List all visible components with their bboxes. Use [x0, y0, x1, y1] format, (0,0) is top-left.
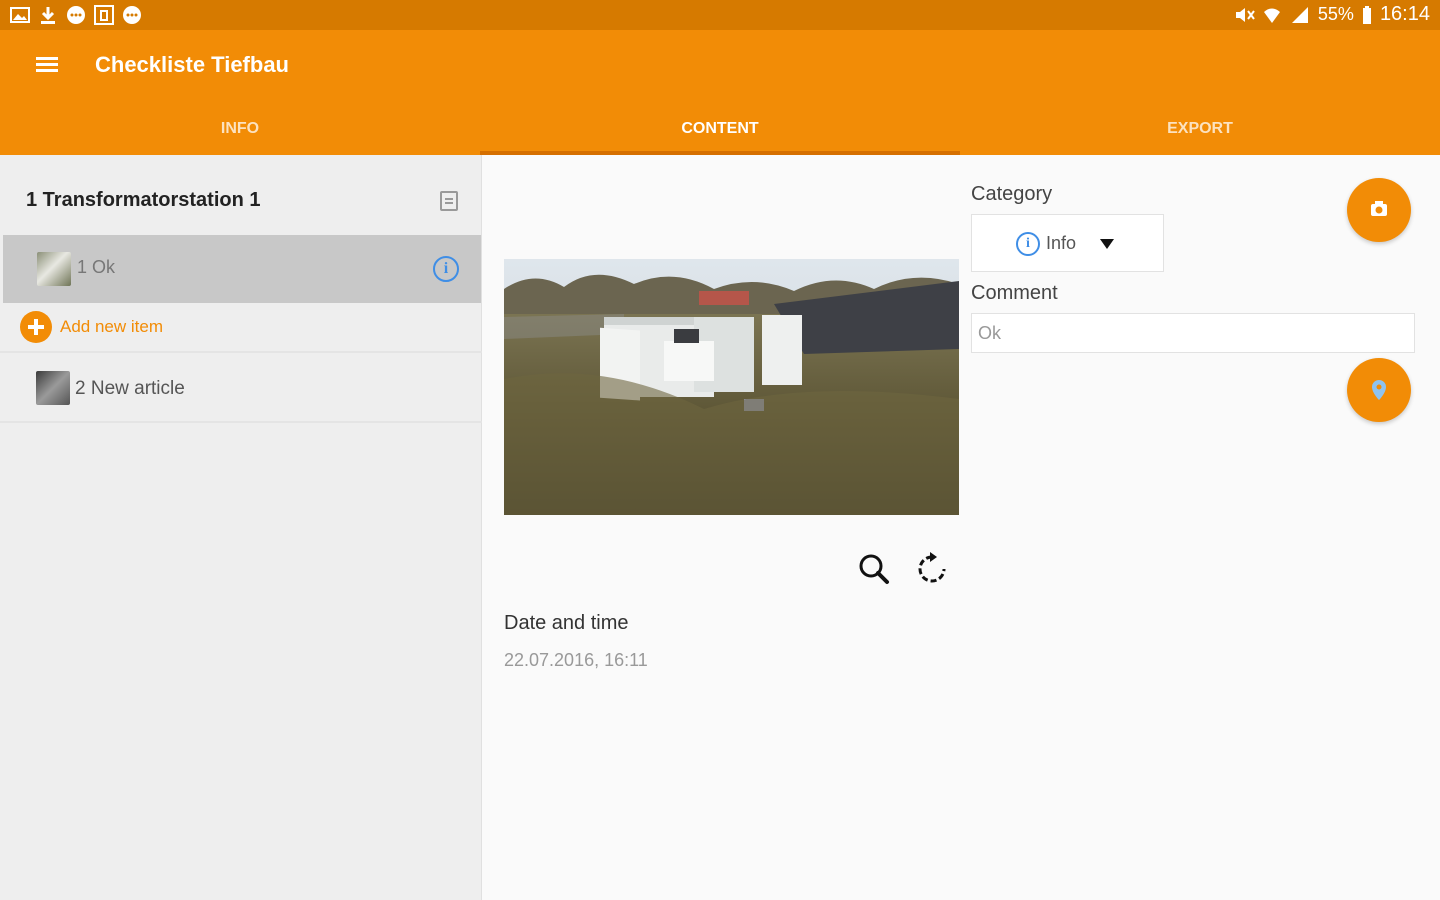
- category-dropdown[interactable]: i Info: [971, 214, 1164, 272]
- location-pin-icon: [1372, 380, 1386, 400]
- date-time-label: Date and time: [504, 612, 629, 634]
- camera-button[interactable]: [1347, 178, 1411, 242]
- wifi-icon: [1262, 5, 1282, 25]
- menu-icon[interactable]: [36, 54, 64, 78]
- date-time-value: 22.07.2016, 16:11: [504, 650, 648, 670]
- location-button[interactable]: [1347, 358, 1411, 422]
- chat-icon: [66, 5, 86, 25]
- tab-export[interactable]: EXPORT: [960, 108, 1440, 155]
- page-title: Checkliste Tiefbau: [95, 52, 289, 77]
- category-label: Category: [971, 183, 1053, 205]
- item-list-panel: 1 Transformatorstation 1 1 Ok i Add new …: [0, 155, 482, 900]
- add-new-item-label: Add new item: [60, 317, 163, 336]
- item-thumbnail: [37, 252, 71, 286]
- tab-info[interactable]: INFO: [0, 108, 480, 155]
- rotate-icon[interactable]: [914, 551, 950, 587]
- item-photo[interactable]: [504, 259, 959, 515]
- battery-icon: [1362, 5, 1372, 25]
- document-icon[interactable]: [440, 191, 458, 211]
- notification-icons: [10, 5, 142, 25]
- list-item-selected[interactable]: 1 Ok i: [3, 235, 481, 303]
- info-icon: i: [1016, 232, 1040, 256]
- section-title: 1 Transformatorstation 1: [26, 189, 261, 211]
- add-new-item-button[interactable]: Add new item: [0, 303, 482, 353]
- mute-icon: [1234, 5, 1255, 25]
- signal-icon: [1290, 5, 1310, 25]
- download-icon: [38, 5, 58, 25]
- list-item-label: 1 Ok: [77, 257, 116, 277]
- system-icons: 55% 16:14: [1234, 3, 1430, 26]
- tab-content[interactable]: CONTENT: [480, 108, 960, 155]
- category-value: Info: [1046, 233, 1077, 253]
- camera-icon: [1371, 201, 1387, 216]
- zoom-icon[interactable]: [856, 551, 892, 587]
- tab-bar: INFO CONTENT EXPORT: [0, 108, 1440, 155]
- clock: 16:14: [1379, 3, 1430, 25]
- app-bar: Checkliste Tiefbau INFO CONTENT EXPORT: [0, 30, 1440, 155]
- comment-input[interactable]: [971, 313, 1415, 353]
- comment-label: Comment: [971, 282, 1058, 304]
- add-icon: [20, 311, 52, 343]
- image-icon: [10, 5, 30, 25]
- section-header[interactable]: 1 Transformatorstation 1: [0, 165, 482, 235]
- list-item-label: 2 New article: [75, 378, 185, 399]
- status-bar: 55% 16:14: [0, 0, 1440, 30]
- list-item[interactable]: 2 New article: [0, 355, 482, 423]
- calendar-icon: [94, 5, 114, 25]
- chat-icon: [122, 5, 142, 25]
- battery-percent: 55%: [1317, 4, 1354, 24]
- item-thumbnail: [36, 371, 70, 405]
- info-icon[interactable]: i: [433, 256, 459, 282]
- dropdown-arrow-icon: [1100, 239, 1114, 249]
